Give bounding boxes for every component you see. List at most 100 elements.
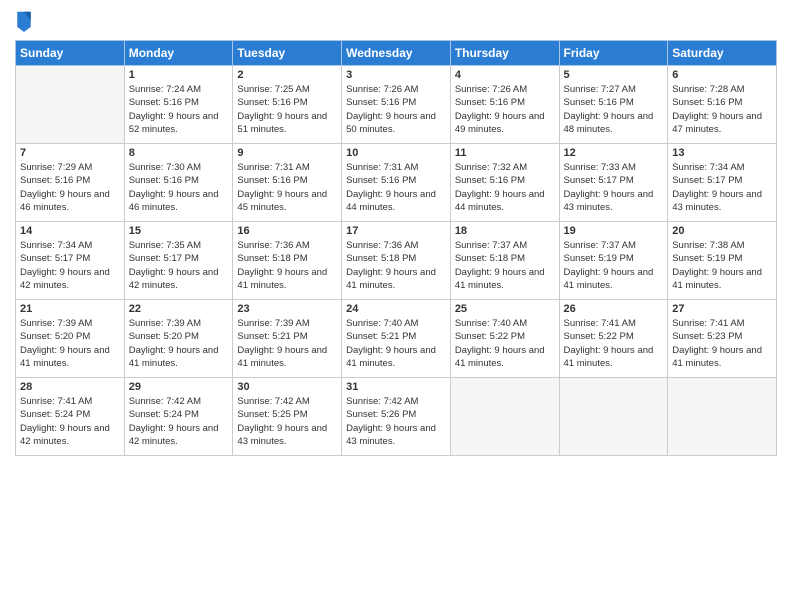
calendar-cell: 19 Sunrise: 7:37 AMSunset: 5:19 PMDayligh… (559, 222, 668, 300)
day-info: Sunrise: 7:41 AMSunset: 5:24 PMDaylight:… (20, 395, 120, 448)
day-info: Sunrise: 7:25 AMSunset: 5:16 PMDaylight:… (237, 83, 337, 136)
day-number: 6 (672, 69, 772, 81)
calendar-cell (16, 66, 125, 144)
calendar-cell: 1 Sunrise: 7:24 AMSunset: 5:16 PMDaylight… (124, 66, 233, 144)
day-info: Sunrise: 7:41 AMSunset: 5:22 PMDaylight:… (564, 317, 664, 370)
day-info: Sunrise: 7:26 AMSunset: 5:16 PMDaylight:… (455, 83, 555, 136)
week-row-3: 14Sunrise: 7:34 AMSunset: 5:17 PMDayligh… (16, 222, 777, 300)
day-number: 24 (346, 303, 446, 315)
day-number: 19 (564, 225, 664, 237)
day-info: Sunrise: 7:39 AMSunset: 5:20 PMDaylight:… (129, 317, 229, 370)
day-number: 1 (129, 69, 229, 81)
calendar-cell: 7Sunrise: 7:29 AMSunset: 5:16 PMDaylight… (16, 144, 125, 222)
day-info: Sunrise: 7:27 AMSunset: 5:16 PMDaylight:… (564, 83, 664, 136)
calendar-cell: 10Sunrise: 7:31 AMSunset: 5:16 PMDayligh… (342, 144, 451, 222)
calendar-cell: 28 Sunrise: 7:41 AMSunset: 5:24 PMDayligh… (16, 378, 125, 456)
day-number: 27 (672, 303, 772, 315)
day-info: Sunrise: 7:32 AMSunset: 5:16 PMDaylight:… (455, 161, 555, 214)
day-number: 13 (672, 147, 772, 159)
day-info: Sunrise: 7:33 AMSunset: 5:17 PMDaylight:… (564, 161, 664, 214)
day-info: Sunrise: 7:40 AMSunset: 5:22 PMDaylight:… (455, 317, 555, 370)
weekday-header-friday: Friday (559, 41, 668, 66)
calendar-cell: 13 Sunrise: 7:34 AMSunset: 5:17 PMDayligh… (668, 144, 777, 222)
calendar-cell: 20 Sunrise: 7:38 AMSunset: 5:19 PMDayligh… (668, 222, 777, 300)
calendar-cell: 12 Sunrise: 7:33 AMSunset: 5:17 PMDayligh… (559, 144, 668, 222)
calendar-cell: 31 Sunrise: 7:42 AMSunset: 5:26 PMDayligh… (342, 378, 451, 456)
calendar-cell (559, 378, 668, 456)
calendar-cell: 29 Sunrise: 7:42 AMSunset: 5:24 PMDayligh… (124, 378, 233, 456)
calendar-cell: 27 Sunrise: 7:41 AMSunset: 5:23 PMDayligh… (668, 300, 777, 378)
page: SundayMondayTuesdayWednesdayThursdayFrid… (0, 0, 792, 612)
day-info: Sunrise: 7:37 AMSunset: 5:18 PMDaylight:… (455, 239, 555, 292)
weekday-header-row: SundayMondayTuesdayWednesdayThursdayFrid… (16, 41, 777, 66)
day-info: Sunrise: 7:35 AMSunset: 5:17 PMDaylight:… (129, 239, 229, 292)
calendar: SundayMondayTuesdayWednesdayThursdayFrid… (15, 40, 777, 456)
day-info: Sunrise: 7:39 AMSunset: 5:20 PMDaylight:… (20, 317, 120, 370)
day-info: Sunrise: 7:26 AMSunset: 5:16 PMDaylight:… (346, 83, 446, 136)
calendar-cell: 2 Sunrise: 7:25 AMSunset: 5:16 PMDaylight… (233, 66, 342, 144)
calendar-cell: 16 Sunrise: 7:36 AMSunset: 5:18 PMDayligh… (233, 222, 342, 300)
week-row-2: 7Sunrise: 7:29 AMSunset: 5:16 PMDaylight… (16, 144, 777, 222)
day-number: 16 (237, 225, 337, 237)
day-info: Sunrise: 7:39 AMSunset: 5:21 PMDaylight:… (237, 317, 337, 370)
day-info: Sunrise: 7:34 AMSunset: 5:17 PMDaylight:… (20, 239, 120, 292)
day-number: 17 (346, 225, 446, 237)
day-info: Sunrise: 7:42 AMSunset: 5:25 PMDaylight:… (237, 395, 337, 448)
calendar-cell: 17 Sunrise: 7:36 AMSunset: 5:18 PMDayligh… (342, 222, 451, 300)
calendar-cell: 11Sunrise: 7:32 AMSunset: 5:16 PMDayligh… (450, 144, 559, 222)
day-info: Sunrise: 7:42 AMSunset: 5:26 PMDaylight:… (346, 395, 446, 448)
logo-icon (15, 10, 33, 32)
day-number: 10 (346, 147, 446, 159)
day-info: Sunrise: 7:41 AMSunset: 5:23 PMDaylight:… (672, 317, 772, 370)
day-info: Sunrise: 7:34 AMSunset: 5:17 PMDaylight:… (672, 161, 772, 214)
day-number: 21 (20, 303, 120, 315)
day-number: 28 (20, 381, 120, 393)
day-info: Sunrise: 7:36 AMSunset: 5:18 PMDaylight:… (237, 239, 337, 292)
day-info: Sunrise: 7:36 AMSunset: 5:18 PMDaylight:… (346, 239, 446, 292)
day-number: 20 (672, 225, 772, 237)
day-number: 9 (237, 147, 337, 159)
calendar-cell: 30 Sunrise: 7:42 AMSunset: 5:25 PMDayligh… (233, 378, 342, 456)
day-number: 18 (455, 225, 555, 237)
calendar-cell: 21 Sunrise: 7:39 AMSunset: 5:20 PMDayligh… (16, 300, 125, 378)
calendar-cell: 4 Sunrise: 7:26 AMSunset: 5:16 PMDaylight… (450, 66, 559, 144)
day-number: 15 (129, 225, 229, 237)
day-info: Sunrise: 7:28 AMSunset: 5:16 PMDaylight:… (672, 83, 772, 136)
day-number: 12 (564, 147, 664, 159)
weekday-header-monday: Monday (124, 41, 233, 66)
day-number: 26 (564, 303, 664, 315)
day-info: Sunrise: 7:42 AMSunset: 5:24 PMDaylight:… (129, 395, 229, 448)
day-info: Sunrise: 7:38 AMSunset: 5:19 PMDaylight:… (672, 239, 772, 292)
day-info: Sunrise: 7:30 AMSunset: 5:16 PMDaylight:… (129, 161, 229, 214)
calendar-cell: 6 Sunrise: 7:28 AMSunset: 5:16 PMDaylight… (668, 66, 777, 144)
day-number: 3 (346, 69, 446, 81)
day-number: 29 (129, 381, 229, 393)
calendar-cell: 26 Sunrise: 7:41 AMSunset: 5:22 PMDayligh… (559, 300, 668, 378)
day-number: 31 (346, 381, 446, 393)
calendar-cell: 25Sunrise: 7:40 AMSunset: 5:22 PMDayligh… (450, 300, 559, 378)
calendar-cell: 8 Sunrise: 7:30 AMSunset: 5:16 PMDaylight… (124, 144, 233, 222)
header (15, 10, 777, 32)
weekday-header-tuesday: Tuesday (233, 41, 342, 66)
calendar-cell: 24 Sunrise: 7:40 AMSunset: 5:21 PMDayligh… (342, 300, 451, 378)
calendar-cell: 18 Sunrise: 7:37 AMSunset: 5:18 PMDayligh… (450, 222, 559, 300)
day-info: Sunrise: 7:40 AMSunset: 5:21 PMDaylight:… (346, 317, 446, 370)
week-row-1: 1 Sunrise: 7:24 AMSunset: 5:16 PMDaylight… (16, 66, 777, 144)
day-number: 5 (564, 69, 664, 81)
calendar-cell: 14Sunrise: 7:34 AMSunset: 5:17 PMDayligh… (16, 222, 125, 300)
weekday-header-thursday: Thursday (450, 41, 559, 66)
day-info: Sunrise: 7:31 AMSunset: 5:16 PMDaylight:… (237, 161, 337, 214)
weekday-header-sunday: Sunday (16, 41, 125, 66)
day-info: Sunrise: 7:37 AMSunset: 5:19 PMDaylight:… (564, 239, 664, 292)
day-number: 8 (129, 147, 229, 159)
day-number: 2 (237, 69, 337, 81)
day-number: 4 (455, 69, 555, 81)
calendar-cell: 3 Sunrise: 7:26 AMSunset: 5:16 PMDaylight… (342, 66, 451, 144)
week-row-4: 21 Sunrise: 7:39 AMSunset: 5:20 PMDayligh… (16, 300, 777, 378)
day-info: Sunrise: 7:24 AMSunset: 5:16 PMDaylight:… (129, 83, 229, 136)
day-info: Sunrise: 7:29 AMSunset: 5:16 PMDaylight:… (20, 161, 120, 214)
weekday-header-wednesday: Wednesday (342, 41, 451, 66)
logo (15, 10, 37, 32)
calendar-cell: 5 Sunrise: 7:27 AMSunset: 5:16 PMDaylight… (559, 66, 668, 144)
day-number: 30 (237, 381, 337, 393)
